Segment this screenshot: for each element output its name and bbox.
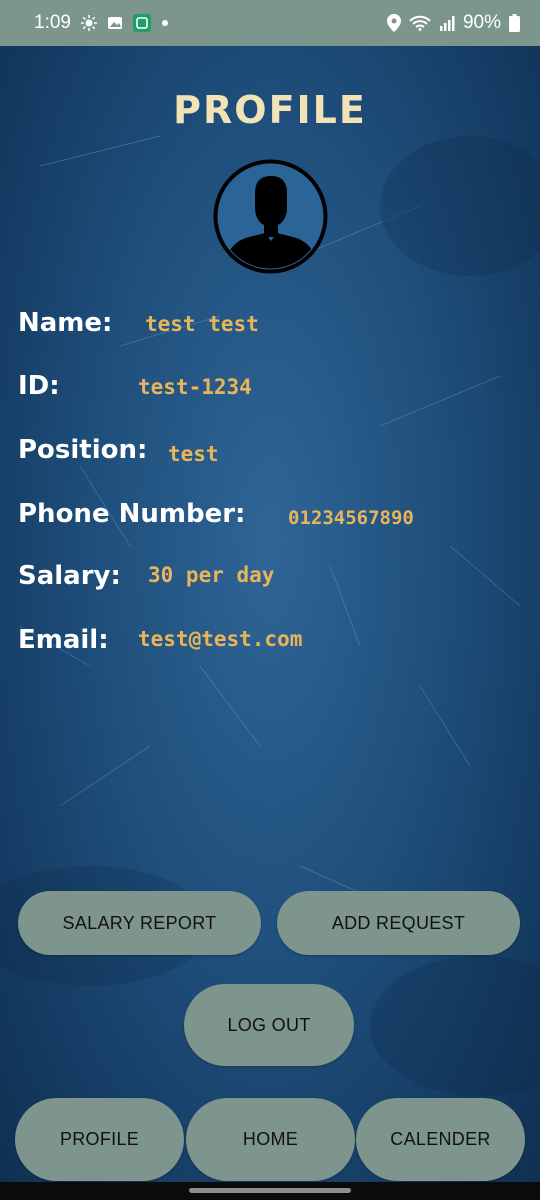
salary-report-button[interactable]: SALARY REPORT	[18, 891, 261, 955]
battery-icon	[509, 14, 520, 32]
page-title: PROFILE	[173, 88, 367, 132]
field-id-label: ID:	[18, 371, 60, 401]
field-position-label: Position:	[18, 435, 148, 465]
wifi-icon	[409, 15, 431, 31]
log-out-button[interactable]: LOG OUT	[184, 984, 354, 1066]
signal-icon	[439, 15, 455, 31]
system-nav-bar	[0, 1182, 540, 1200]
field-name-label: Name:	[18, 308, 113, 338]
image-icon	[107, 15, 123, 31]
brightness-icon	[80, 15, 97, 31]
field-name-value: test test	[145, 312, 259, 336]
field-id-value: test-1234	[138, 375, 252, 399]
field-position-value: test	[168, 442, 219, 466]
field-email-label: Email:	[18, 625, 109, 655]
field-email-value: test@test.com	[138, 627, 303, 651]
home-gesture-handle[interactable]	[189, 1188, 351, 1193]
nav-profile-button[interactable]: PROFILE	[15, 1098, 184, 1181]
status-bar: 1:09 90%	[0, 0, 540, 46]
battery-percent: 90%	[462, 12, 501, 33]
avatar	[213, 159, 328, 274]
field-phone-label: Phone Number:	[18, 499, 246, 529]
field-phone-value: 01234567890	[288, 507, 414, 529]
add-request-button[interactable]: ADD REQUEST	[277, 891, 520, 955]
nav-calender-button[interactable]: CALENDER	[356, 1098, 525, 1181]
nav-home-button[interactable]: HOME	[186, 1098, 355, 1181]
location-icon	[386, 14, 401, 32]
person-silhouette-icon	[213, 159, 328, 274]
status-time: 1:09	[34, 12, 71, 33]
dot-icon	[161, 19, 169, 27]
field-salary-value: 30 per day	[148, 563, 275, 587]
field-salary-label: Salary:	[18, 561, 121, 591]
app-notification-icon	[132, 14, 151, 32]
